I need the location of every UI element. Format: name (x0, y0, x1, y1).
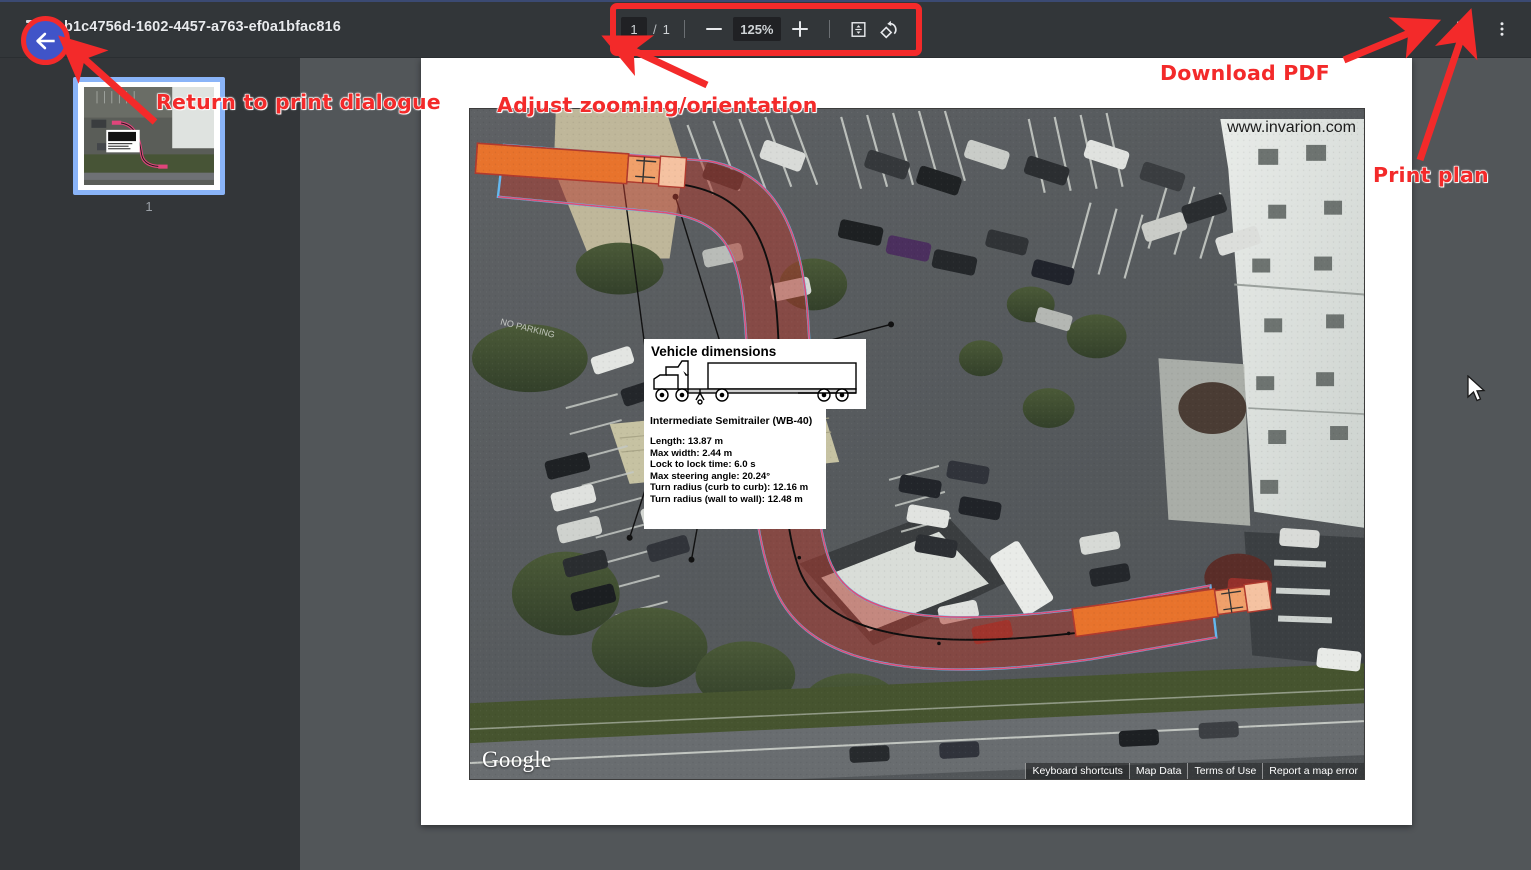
arrow-to-back-button (58, 35, 158, 125)
annotation-label-return-to-print-dialogue: Return to print dialogue (155, 89, 441, 114)
arrow-to-print (1416, 8, 1478, 162)
annotation-arrows (58, 8, 1478, 162)
arrow-to-toolbar (601, 35, 709, 89)
annotation-label-print-plan: Print plan (1372, 162, 1489, 187)
mouse-cursor-icon (1467, 375, 1486, 402)
annotation-label-adjust-zooming-orientation: Adjust zooming/orientation (496, 92, 818, 117)
arrow-to-download (1342, 17, 1442, 64)
annotation-label-download-pdf: Download PDF (1159, 60, 1330, 85)
